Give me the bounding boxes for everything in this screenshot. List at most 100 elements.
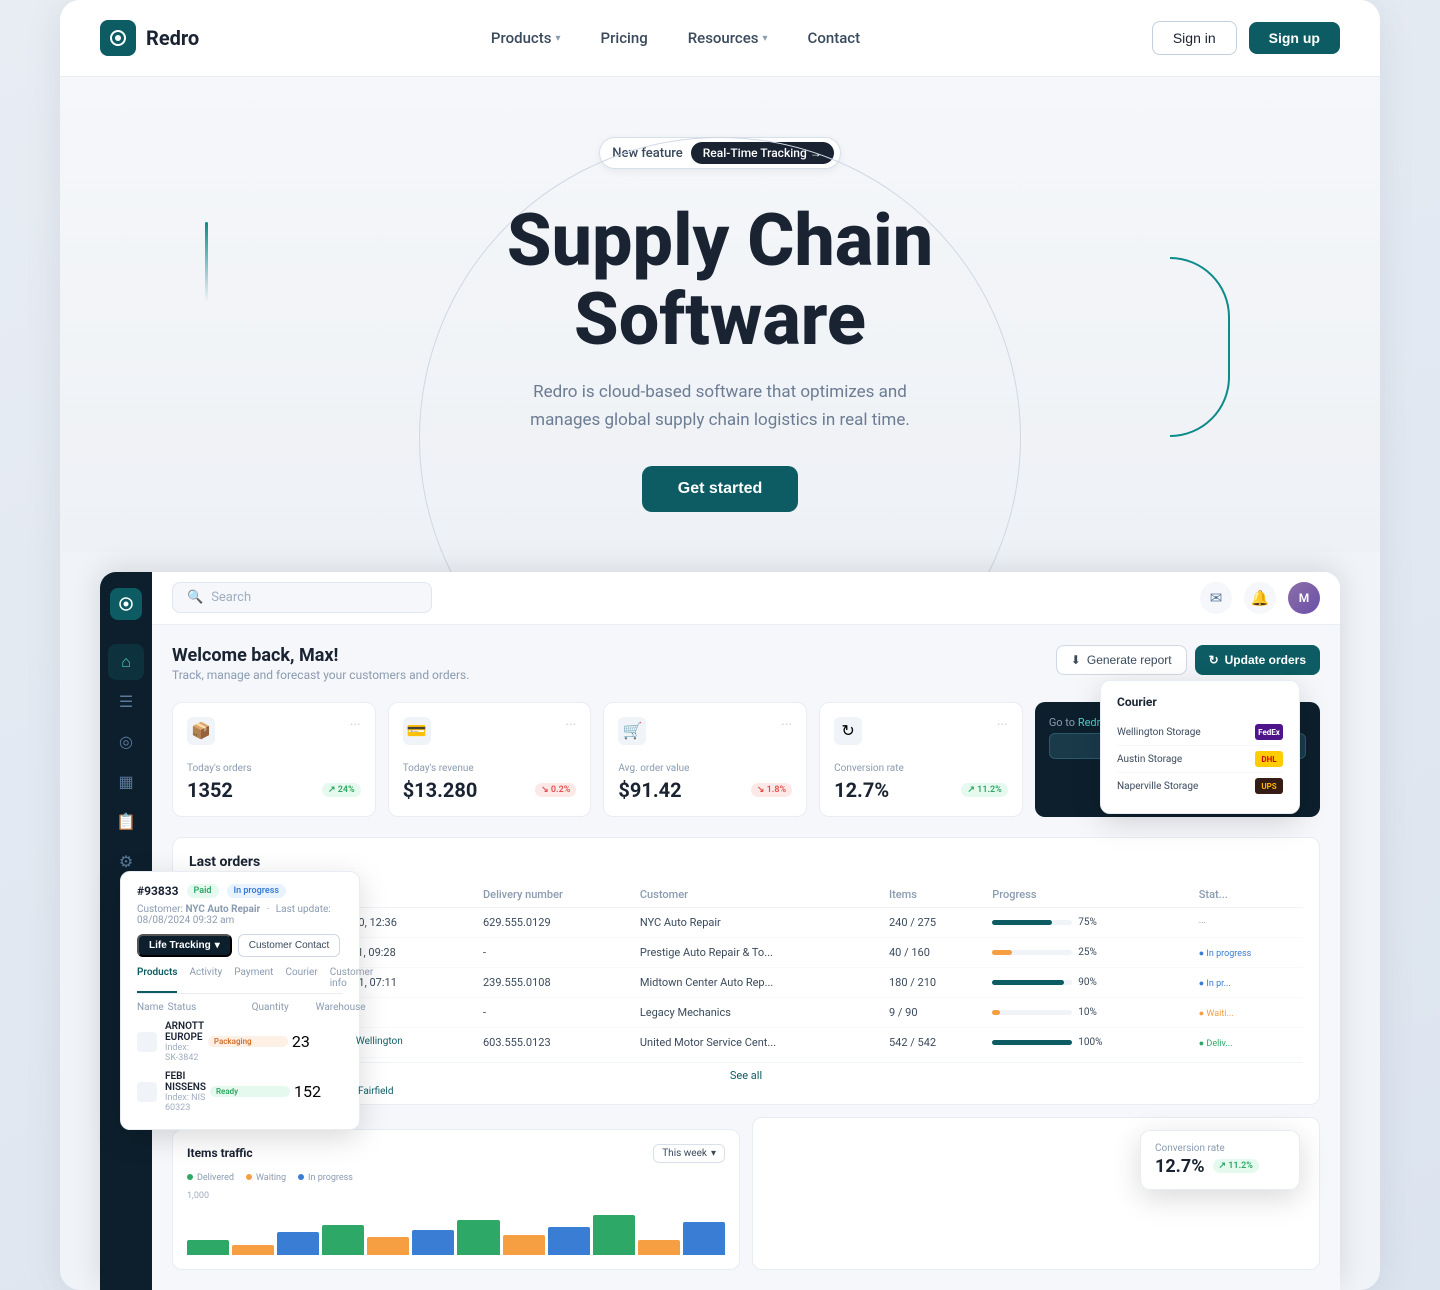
chevron-down-icon: ▾ — [215, 940, 220, 951]
product-name: ARNOTT EUROPE — [165, 1021, 204, 1043]
search-icon: 🔍 — [187, 590, 203, 605]
sidebar-home-icon[interactable]: ⌂ — [108, 644, 144, 680]
product-thumbnail — [137, 1032, 157, 1052]
update-orders-button[interactable]: ↻ Update orders — [1195, 645, 1320, 675]
product-name: FEBI NISSENS — [165, 1071, 206, 1093]
header-buttons: ⬇ Generate report ↻ Update orders — [1056, 645, 1320, 675]
sign-up-button[interactable]: Sign up — [1249, 22, 1340, 54]
search-box[interactable]: 🔍 Search — [172, 582, 432, 613]
more-options-icon[interactable]: ··· — [781, 717, 792, 733]
courier-row[interactable]: Naperville Storage UPS — [1117, 773, 1283, 799]
tab-courier[interactable]: Courier — [285, 967, 317, 993]
get-started-button[interactable]: Get started — [642, 466, 798, 512]
order-id: #93833 — [137, 884, 179, 898]
nav-resources[interactable]: Resources ▾ — [688, 29, 768, 47]
app-topbar: 🔍 Search ✉ 🔔 M — [152, 572, 1340, 625]
customer-contact-button[interactable]: Customer Contact — [238, 934, 341, 957]
more-options-icon[interactable]: ··· — [565, 717, 576, 733]
stat-badge: ↘ 0.2% — [535, 783, 576, 797]
orders-icon: 📦 — [187, 717, 215, 745]
nav-products[interactable]: Products ▾ — [491, 29, 561, 47]
stat-badge: ↘ 1.8% — [751, 783, 792, 797]
stat-badge: ↗ 11.2% — [961, 783, 1007, 797]
hero-subtitle: Redro is cloud-based software that optim… — [510, 379, 930, 433]
tab-payment[interactable]: Payment — [234, 967, 273, 993]
avg-order-icon: 🛒 — [618, 717, 646, 745]
items-traffic: Items traffic This week ▾ Delivered Wait… — [172, 1129, 740, 1270]
hero-section: New feature Real-Time Tracking → Supply … — [60, 77, 1380, 552]
warehouse-link[interactable]: Fairfield — [358, 1086, 428, 1097]
courier-row[interactable]: Wellington Storage FedEx — [1117, 719, 1283, 746]
refresh-icon: ↻ — [1209, 653, 1219, 667]
sidebar-orders-icon[interactable]: ☰ — [108, 684, 144, 720]
sidebar-logo — [110, 588, 142, 620]
dhl-logo: DHL — [1255, 751, 1283, 767]
conversion-icon: ↻ — [834, 717, 862, 745]
chevron-down-icon: ▾ — [711, 1148, 716, 1159]
chevron-down-icon: ▾ — [555, 33, 560, 44]
paid-badge: Paid — [187, 884, 219, 898]
life-tracking-button[interactable]: Life Tracking ▾ — [137, 934, 232, 957]
col-customer: Customer — [632, 882, 881, 908]
more-options-icon[interactable]: ··· — [997, 717, 1008, 733]
logo-icon — [100, 20, 136, 56]
sidebar-products-icon[interactable]: ◎ — [108, 724, 144, 760]
conversion-label: Conversion rate — [1155, 1143, 1285, 1154]
product-index: Index: NIS 60323 — [165, 1093, 206, 1113]
status-badge: In progress — [227, 884, 287, 898]
courier-row[interactable]: Austin Storage DHL — [1117, 746, 1283, 773]
order-tabs: Products Activity Payment Courier Custom… — [137, 967, 343, 994]
chevron-down-icon: ▾ — [763, 33, 768, 44]
ups-logo: UPS — [1255, 778, 1283, 794]
col-progress: Progress — [984, 882, 1191, 908]
sidebar-reports-icon[interactable]: 📋 — [108, 804, 144, 840]
hero-title: Supply Chain Software — [100, 201, 1340, 359]
welcome-message: Welcome back, Max! — [172, 645, 469, 666]
conversion-value: 12.7% — [1155, 1156, 1205, 1177]
stat-badge: ↗ 24% — [322, 783, 361, 797]
product-row[interactable]: ARNOTT EUROPE Index: SK-3842 Packaging 2… — [137, 1017, 343, 1067]
tab-customer-info[interactable]: Customer info — [330, 967, 374, 993]
mail-icon[interactable]: ✉ — [1200, 582, 1232, 614]
navbar: Redro Products ▾ Pricing Resources ▾ Con… — [60, 0, 1380, 77]
nav-links: Products ▾ Pricing Resources ▾ Contact — [491, 29, 860, 47]
nav-pricing[interactable]: Pricing — [601, 29, 648, 47]
courier-title: Courier — [1117, 695, 1283, 709]
stat-card-avg-order: 🛒 ··· Avg. order value $91.42 ↘ 1.8% — [603, 702, 807, 817]
traffic-chart — [187, 1205, 725, 1255]
stat-card-revenue: 💳 ··· Today's revenue $13.280 ↘ 0.2% — [388, 702, 592, 817]
user-avatar[interactable]: M — [1288, 582, 1320, 614]
fedex-logo: FedEx — [1255, 724, 1283, 740]
product-status-badge: Packaging — [208, 1036, 288, 1047]
generate-report-button[interactable]: ⬇ Generate report — [1056, 645, 1187, 675]
stat-card-conversion: ↻ ··· Conversion rate 12.7% ↗ 11.2% — [819, 702, 1023, 817]
tab-products[interactable]: Products — [137, 967, 177, 993]
chart-legend: Delivered Waiting In progress — [187, 1173, 725, 1183]
badge-label: New feature — [612, 146, 682, 161]
bell-icon[interactable]: 🔔 — [1244, 582, 1276, 614]
download-icon: ⬇ — [1071, 653, 1081, 667]
orders-title: Last orders — [189, 854, 1303, 870]
dashboard-header: Welcome back, Max! Track, manage and for… — [172, 645, 1320, 682]
search-placeholder: Search — [211, 590, 251, 605]
badge-cta[interactable]: Real-Time Tracking → — [691, 142, 834, 164]
nav-actions: Sign in Sign up — [1152, 21, 1340, 55]
logo[interactable]: Redro — [100, 20, 199, 56]
product-row[interactable]: FEBI NISSENS Index: NIS 60323 Ready 152 … — [137, 1067, 343, 1117]
col-delivery: Delivery number — [475, 882, 632, 908]
nav-contact[interactable]: Contact — [808, 29, 861, 47]
sign-in-button[interactable]: Sign in — [1152, 21, 1237, 55]
product-index: Index: SK-3842 — [165, 1043, 204, 1063]
col-items: Items — [881, 882, 984, 908]
more-options-icon[interactable]: ··· — [350, 717, 361, 733]
tab-activity[interactable]: Activity — [189, 967, 222, 993]
warehouse-link[interactable]: Wellington — [356, 1036, 426, 1047]
sidebar-analytics-icon[interactable]: ▦ — [108, 764, 144, 800]
topbar-actions: ✉ 🔔 M — [1200, 582, 1320, 614]
logo-text: Redro — [146, 26, 199, 50]
period-selector[interactable]: This week ▾ — [653, 1144, 725, 1163]
courier-card: Courier Wellington Storage FedEx Austin … — [1100, 680, 1300, 814]
revenue-icon: 💳 — [403, 717, 431, 745]
conversion-rate-card: Conversion rate 12.7% ↗ 11.2% — [1140, 1130, 1300, 1190]
col-status: Stat... — [1191, 882, 1303, 908]
